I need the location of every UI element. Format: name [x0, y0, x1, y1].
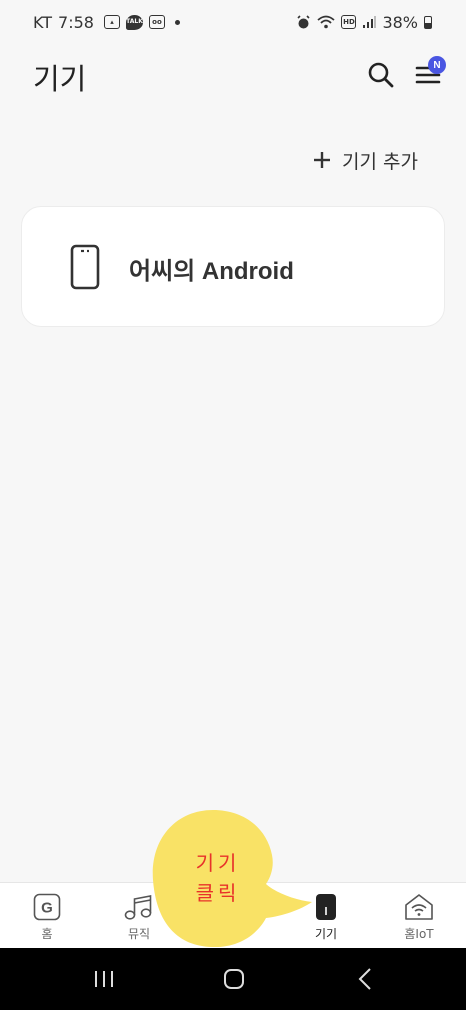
notification-dot [174, 19, 180, 25]
system-nav-bar [0, 948, 466, 1010]
recents-icon[interactable] [84, 964, 124, 994]
status-left: KT 7:58 ▴ TALK oo [33, 13, 180, 32]
image-icon: ▴ [103, 15, 120, 29]
status-bar: KT 7:58 ▴ TALK oo HD 38% [0, 0, 466, 44]
alarm-icon [297, 14, 311, 28]
back-icon[interactable] [345, 964, 385, 994]
nav-label-home: 홈 [41, 927, 53, 941]
page-title: 기기 [33, 62, 87, 96]
nav-label-music: 뮤직 [127, 927, 151, 941]
status-right: HD 38% [296, 13, 432, 32]
add-device-label: 기기 추가 [342, 150, 418, 173]
hd-icon: HD [341, 15, 357, 29]
music-note-icon [124, 895, 152, 920]
add-device-button[interactable]: 기기 추가 [312, 145, 418, 175]
svg-text:G: G [41, 900, 53, 917]
wifi-icon [317, 15, 336, 29]
home-iot-icon [405, 894, 433, 920]
notification-badge: N [428, 56, 446, 74]
signal-icon [363, 16, 377, 28]
talk-icon: TALK [125, 14, 143, 30]
nav-item-home[interactable]: G 홈 [7, 883, 87, 949]
search-icon[interactable] [366, 60, 396, 90]
battery-percent: 38% [382, 12, 418, 32]
device-card[interactable]: 어씨의 Android [21, 206, 445, 327]
device-icon [316, 894, 336, 920]
carrier-label: KT [33, 12, 53, 32]
nav-label-devices: 기기 [314, 927, 338, 941]
smartphone-icon [70, 244, 100, 290]
home-button-icon[interactable] [214, 964, 254, 994]
nav-label-home-iot: 홈IoT [404, 927, 434, 941]
device-name: 어씨의 Android [129, 258, 294, 285]
app-header: 기기 [0, 44, 466, 106]
nav-item-home-iot[interactable]: 홈IoT [379, 883, 459, 949]
battery-icon [424, 15, 432, 29]
voicemail-icon: oo [148, 15, 165, 29]
g-home-icon: G [33, 893, 61, 921]
nav-item-music[interactable]: 뮤직 [99, 883, 179, 949]
nav-item-devices[interactable]: 기기 [286, 883, 366, 949]
clock: 7:58 [58, 12, 94, 32]
plus-icon [314, 152, 330, 168]
annotation-text: 기기 클릭 [195, 851, 241, 905]
